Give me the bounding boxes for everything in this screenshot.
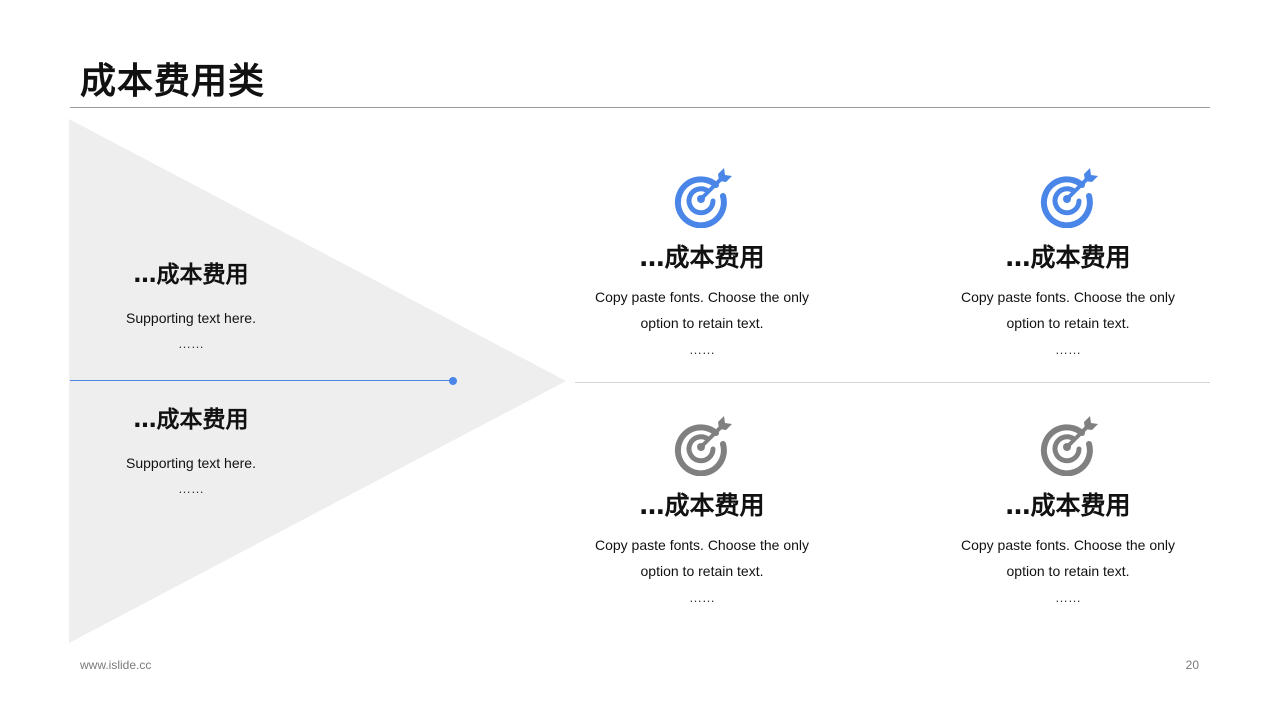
slide-title: 成本费用类: [80, 61, 266, 102]
feature-card: …成本费用 Copy paste fonts. Choose the only …: [552, 416, 852, 606]
feature-card: …成本费用 Copy paste fonts. Choose the only …: [918, 168, 1218, 358]
left-item: …成本费用 Supporting text here. ……: [70, 260, 312, 352]
left-item-heading: …成本费用: [133, 407, 249, 433]
card-heading: …成本费用: [1005, 243, 1131, 272]
slide: 成本费用类 …成本费用 Supporting text here. …… …成本…: [0, 0, 1280, 720]
left-item-text: Supporting text here.: [126, 310, 256, 326]
target-arrow-icon: [674, 168, 732, 228]
left-item-ellipsis: ……: [178, 481, 204, 496]
card-text: Copy paste fonts. Choose the only option…: [960, 537, 1176, 579]
connector-line: [70, 380, 454, 381]
card-text: Copy paste fonts. Choose the only option…: [594, 537, 810, 579]
triangle-shape: [69, 119, 566, 643]
target-arrow-icon: [674, 416, 732, 476]
card-heading: …成本费用: [1005, 491, 1131, 520]
title-divider: [70, 107, 1210, 108]
left-item-ellipsis: ……: [178, 336, 204, 351]
feature-card: …成本费用 Copy paste fonts. Choose the only …: [918, 416, 1218, 606]
card-text: Copy paste fonts. Choose the only option…: [594, 289, 810, 331]
card-text: Copy paste fonts. Choose the only option…: [960, 289, 1176, 331]
feature-card: …成本费用 Copy paste fonts. Choose the only …: [552, 168, 852, 358]
card-ellipsis: ……: [1055, 590, 1081, 605]
connector-dot: [449, 377, 457, 385]
target-arrow-icon: [1040, 416, 1098, 476]
left-item-text: Supporting text here.: [126, 455, 256, 471]
left-item: …成本费用 Supporting text here. ……: [70, 405, 312, 497]
card-ellipsis: ……: [1055, 342, 1081, 357]
page-number: 20: [1185, 658, 1199, 672]
card-ellipsis: ……: [689, 590, 715, 605]
grid-divider: [575, 382, 1210, 383]
left-item-heading: …成本费用: [133, 262, 249, 288]
footer-website-link[interactable]: www.islide.cc: [80, 658, 151, 672]
target-arrow-icon: [1040, 168, 1098, 228]
card-ellipsis: ……: [689, 342, 715, 357]
card-heading: …成本费用: [639, 243, 765, 272]
card-heading: …成本费用: [639, 491, 765, 520]
